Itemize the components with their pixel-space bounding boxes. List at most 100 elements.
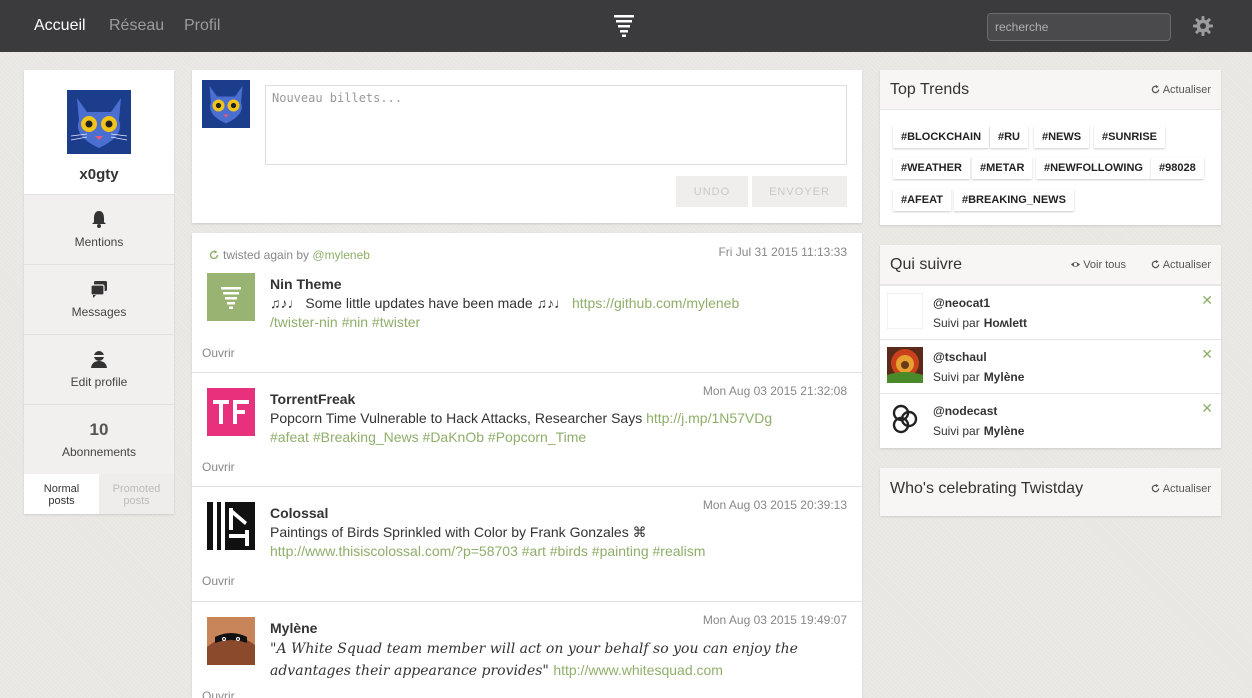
post-author[interactable]: Nin Theme [270, 276, 342, 292]
twistday-header: Who's celebrating Twistday Actualiser [880, 468, 1221, 516]
send-button[interactable]: ENVOYER [752, 176, 847, 207]
followed-by-label: Suivi par [933, 370, 980, 384]
dismiss-icon[interactable]: ✕ [1201, 400, 1213, 417]
twistday-refresh-button[interactable]: Actualiser [1151, 483, 1211, 495]
new-post-textarea[interactable] [265, 85, 847, 165]
open-post-link[interactable]: Ouvrir [202, 689, 235, 698]
post-link[interactable]: http://j.mp/1N57VDg [646, 410, 772, 426]
post-tags[interactable]: #art #birds #painting #realism [518, 543, 706, 559]
open-post-link[interactable]: Ouvrir [202, 460, 235, 474]
trend-tag[interactable]: #BLOCKCHAIN [893, 126, 990, 148]
post-author[interactable]: TorrentFreak [270, 391, 355, 407]
post-tags[interactable]: #nin #twister [342, 314, 421, 330]
follow-refresh-label: Actualiser [1162, 259, 1211, 271]
normal-posts-tab[interactable]: Normal posts [24, 474, 99, 514]
post-text: Popcorn Time Vulnerable to Hack Attacks,… [270, 409, 800, 447]
post-avatar[interactable] [207, 617, 255, 665]
subscriptions-button[interactable]: 10 Abonnements [24, 404, 174, 474]
post-date[interactable]: Mon Aug 03 2015 19:49:07 [703, 613, 847, 627]
follow-suggestion: @nodecast Suivi par Mylène ✕ [880, 393, 1221, 447]
followed-by-user[interactable]: Hoʍlett [984, 316, 1027, 330]
search-input[interactable] [987, 13, 1171, 41]
trend-tag[interactable]: #WEATHER [893, 157, 970, 179]
twister-logo-icon[interactable] [614, 15, 634, 37]
subscriptions-label: Abonnements [61, 445, 137, 459]
profile-card: x0gty Mentions Messages Edit profile 10 … [24, 70, 174, 514]
gear-icon[interactable] [1193, 16, 1213, 36]
messages-label: Messages [71, 305, 127, 319]
twistday-panel: Who's celebrating Twistday Actualiser [880, 468, 1221, 516]
messages-button[interactable]: Messages [24, 264, 174, 334]
nav-profile[interactable]: Profil [184, 17, 220, 35]
promoted-posts-tab[interactable]: Promoted posts [99, 474, 174, 514]
post-text: Paintings of Birds Sprinkled with Color … [270, 523, 800, 561]
post-text: ♫♪♩ Some little updates have been made ♫… [270, 294, 800, 332]
trend-tag[interactable]: #AFEAT [893, 189, 951, 211]
post-author[interactable]: Colossal [270, 505, 328, 521]
post-item: Mon Aug 03 2015 20:39:13 Colossal Painti… [192, 487, 862, 602]
undo-button[interactable]: UNDO [676, 176, 748, 207]
quote-close: " [542, 663, 554, 679]
mentions-button[interactable]: Mentions [24, 194, 174, 264]
trend-tag[interactable]: #NEWS [1034, 126, 1090, 148]
followed-by-label: Suivi par [933, 316, 980, 330]
follow-avatar[interactable] [887, 401, 923, 437]
top-trends-header: Top Trends Actualiser [880, 70, 1221, 110]
post-date[interactable]: Fri Jul 31 2015 11:13:33 [718, 245, 847, 259]
trend-tag[interactable]: #NEWFOLLOWING [1036, 157, 1151, 179]
follow-followed-by: Suivi par Mylène [933, 370, 1024, 384]
follow-avatar[interactable] [887, 293, 923, 329]
retwist-prefix: twisted again by [223, 248, 310, 262]
promoted-posts-label-1: Promoted [112, 483, 161, 495]
dismiss-icon[interactable]: ✕ [1201, 346, 1213, 363]
follow-avatar[interactable] [887, 347, 923, 383]
see-all-label: Voir tous [1083, 259, 1126, 271]
user-icon [91, 351, 107, 368]
post-author[interactable]: Mylène [270, 620, 317, 636]
post-tags[interactable]: #afeat #Breaking_News #DaKnOb #Popcorn_T… [270, 429, 586, 445]
profile-avatar[interactable] [67, 90, 131, 154]
posts-toggle: Normal posts Promoted posts [24, 474, 174, 514]
trend-tag[interactable]: #METAR [972, 157, 1033, 179]
see-all-button[interactable]: Voir tous [1071, 259, 1126, 271]
refresh-icon [1151, 484, 1159, 493]
who-to-follow-panel: Qui suivre Voir tous Actualiser @neocat1… [880, 245, 1221, 448]
who-to-follow-header: Qui suivre Voir tous Actualiser [880, 245, 1221, 285]
trend-tag[interactable]: #SUNRISE [1094, 126, 1166, 148]
post-link[interactable]: http://www.thisiscolossal.com/?p=58703 [270, 543, 518, 559]
post-text: " A White Squad team member will act on y… [270, 638, 800, 682]
retwist-line: twisted again by @myleneb [209, 248, 370, 262]
post-avatar[interactable] [207, 502, 255, 550]
follow-handle[interactable]: @nodecast [933, 404, 997, 418]
twistday-refresh-label: Actualiser [1162, 483, 1211, 495]
nav-home[interactable]: Accueil [34, 17, 86, 35]
quote-part-c: advantages their appearance provides [270, 663, 543, 679]
followed-by-user[interactable]: Mylène [984, 424, 1025, 438]
follow-handle[interactable]: @tschaul [933, 350, 987, 364]
dismiss-icon[interactable]: ✕ [1201, 292, 1213, 309]
post-link[interactable]: http://www.whitesquad.com [553, 662, 723, 678]
profile-name[interactable]: x0gty [24, 166, 174, 183]
open-post-link[interactable]: Ouvrir [202, 574, 235, 588]
post-link[interactable]: https://github.com/myleneb [572, 295, 739, 311]
trend-tag[interactable]: #98028 [1151, 157, 1204, 179]
followed-by-user[interactable]: Mylène [984, 370, 1025, 384]
followed-by-label: Suivi par [933, 424, 980, 438]
twistday-title: Who's celebrating Twistday [890, 480, 1084, 497]
trend-tag[interactable]: #BREAKING_NEWS [954, 189, 1074, 211]
edit-profile-button[interactable]: Edit profile [24, 334, 174, 404]
trends-refresh-button[interactable]: Actualiser [1151, 84, 1211, 96]
top-bar: Accueil Réseau Profil [0, 0, 1252, 52]
nav-network[interactable]: Réseau [109, 17, 164, 35]
post-avatar[interactable] [207, 388, 255, 436]
follow-handle[interactable]: @neocat1 [933, 296, 990, 310]
post-avatar[interactable] [207, 273, 255, 321]
subscriptions-count: 10 [89, 420, 109, 439]
post-link-cont[interactable]: /twister-nin [270, 314, 338, 330]
post-date[interactable]: Mon Aug 03 2015 21:32:08 [703, 384, 847, 398]
retwist-user-link[interactable]: @myleneb [312, 248, 370, 262]
follow-refresh-button[interactable]: Actualiser [1151, 259, 1211, 271]
open-post-link[interactable]: Ouvrir [202, 346, 235, 360]
post-date[interactable]: Mon Aug 03 2015 20:39:13 [703, 498, 847, 512]
trend-tag[interactable]: #RU [990, 126, 1029, 148]
